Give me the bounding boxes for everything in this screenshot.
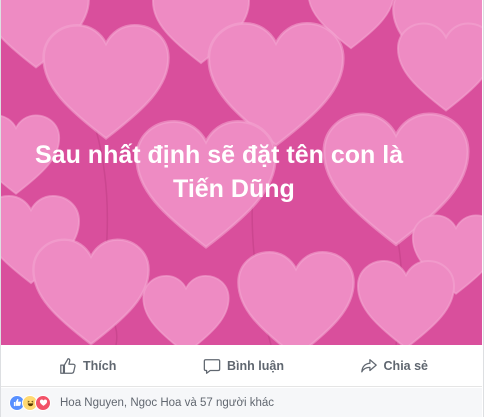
- comment-button[interactable]: Bình luận: [182, 345, 305, 386]
- comment-label: Bình luận: [227, 358, 284, 373]
- status-text-line-2: Tiến Dũng: [173, 175, 295, 203]
- reactions-summary[interactable]: Hoa Nguyen, Ngoc Hoa và 57 người khác: [1, 388, 482, 417]
- thumbs-up-icon: [60, 357, 76, 374]
- reaction-icons: [9, 394, 51, 411]
- comment-bubble-icon: [203, 358, 221, 374]
- status-text: Sau nhất định sẽ đặt tên con là Tiến Dũn…: [23, 138, 463, 206]
- post-card: Sau nhất định sẽ đặt tên con là Tiến Dũn…: [0, 0, 484, 417]
- share-button[interactable]: Chia sẻ: [305, 345, 482, 386]
- love-icon: [35, 394, 51, 411]
- like-button[interactable]: Thích: [1, 345, 182, 386]
- status-text-line-1: Sau nhất định sẽ đặt tên con là: [35, 141, 404, 169]
- like-label: Thích: [83, 358, 117, 373]
- share-arrow-icon: [360, 358, 377, 372]
- post-actions-bar: Thích Bình luận Chia sẻ: [1, 345, 482, 387]
- reaction-summary-text[interactable]: Hoa Nguyen, Ngoc Hoa và 57 người khác: [60, 397, 274, 409]
- status-background: Sau nhất định sẽ đặt tên con là Tiến Dũn…: [1, 0, 482, 345]
- share-label: Chia sẻ: [383, 358, 428, 373]
